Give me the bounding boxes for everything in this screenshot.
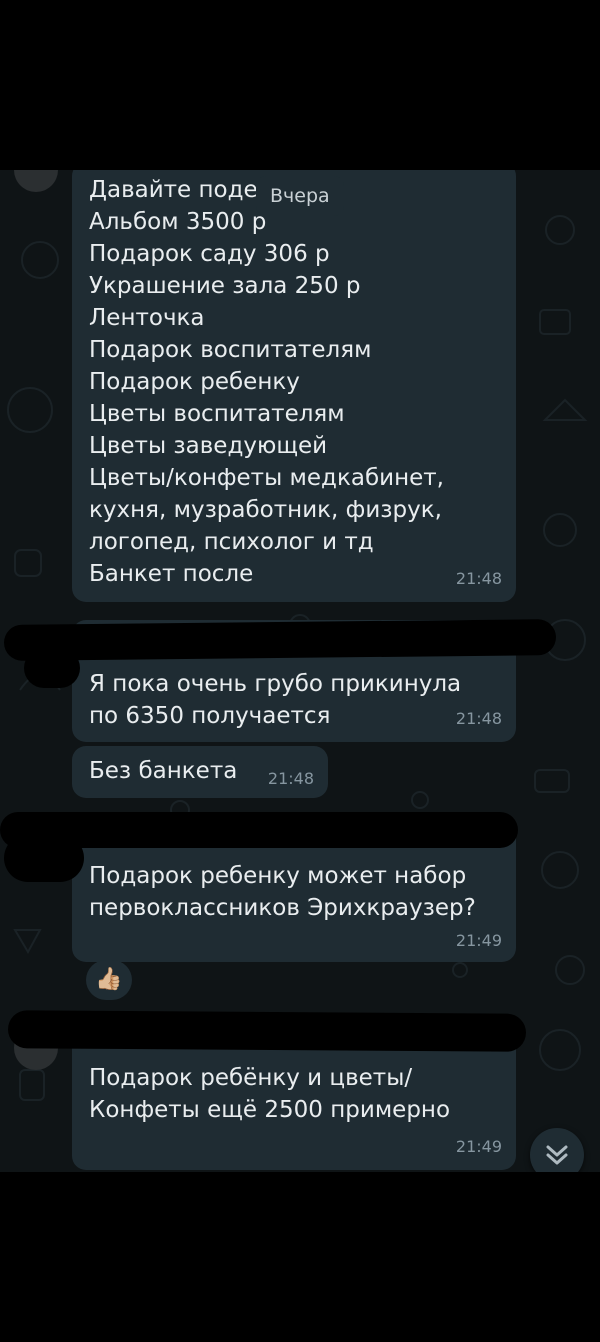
message-text: Давайте поде Альбом 3500 р Подарок саду … [89,177,444,587]
message-bubble[interactable]: Без банкета 21:48 [72,746,328,798]
redaction-scribble [3,619,557,661]
message-text: Подарок ребёнку и цветы/ Конфеты ещё 250… [89,1065,451,1123]
message-text: Я пока очень грубо прикинула по 6350 пол… [89,671,462,729]
message-time: 21:48 [267,769,314,788]
message-time: 21:49 [455,931,502,950]
redaction-scribble [4,834,84,882]
message-time: 21:48 [455,569,502,588]
message-time: 21:49 [455,1137,502,1156]
date-separator: Вчера [256,176,344,216]
double-chevron-down-icon [546,1145,568,1165]
message-time: 21:48 [455,709,502,728]
reaction-badge[interactable]: 👍🏼 [86,960,132,1000]
chat-area[interactable]: Давайте поде Альбом 3500 р Подарок саду … [0,170,600,1172]
redaction-scribble [7,1010,527,1052]
message-text: Подарок ребенку может набор первоклассни… [89,863,476,921]
redaction-scribble [24,648,80,688]
message-bubble[interactable]: Давайте поде Альбом 3500 р Подарок саду … [72,170,516,602]
screen: Давайте поде Альбом 3500 р Подарок саду … [0,0,600,1342]
thumbs-up-icon: 👍🏼 [95,967,123,992]
